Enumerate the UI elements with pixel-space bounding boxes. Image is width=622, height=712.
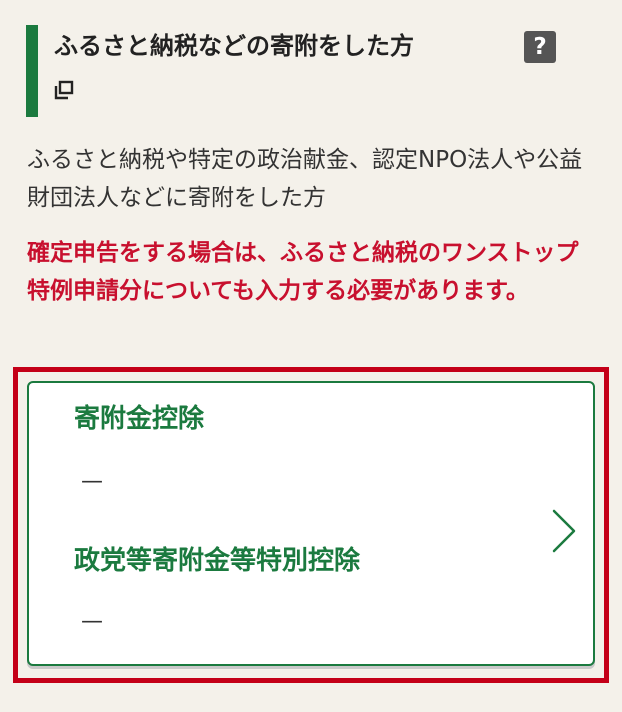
political-donation-deduction-label: 政党等寄附金等特別控除 xyxy=(74,546,361,576)
notice-text: 確定申告をする場合は、ふるさと納税のワンストップ特例申請分についても入力する必要… xyxy=(27,240,579,304)
political-donation-deduction-value: — xyxy=(81,609,103,634)
help-icon[interactable]: ? xyxy=(524,31,556,63)
donation-deduction-card[interactable]: 寄附金控除 — 政党等寄附金等特別控除 — xyxy=(27,381,595,666)
heading-accent-bar xyxy=(26,25,38,117)
page-title: ふるさと納税などの寄附をした方 xyxy=(54,32,414,60)
chevron-right-icon xyxy=(552,509,576,553)
open-in-new-window-icon[interactable] xyxy=(54,80,74,100)
donation-deduction-label: 寄附金控除 xyxy=(74,404,205,434)
donation-deduction-value: — xyxy=(81,469,103,494)
section-description: ふるさと納税や特定の政治献金、認定NPO法人や公益財団法人などに寄附をした方 xyxy=(27,147,583,211)
donation-section: ふるさと納税などの寄附をした方 ? ふるさと納税や特定の政治献金、認定NPO法人… xyxy=(0,0,622,712)
section-heading: ふるさと納税などの寄附をした方 ? xyxy=(26,25,586,117)
